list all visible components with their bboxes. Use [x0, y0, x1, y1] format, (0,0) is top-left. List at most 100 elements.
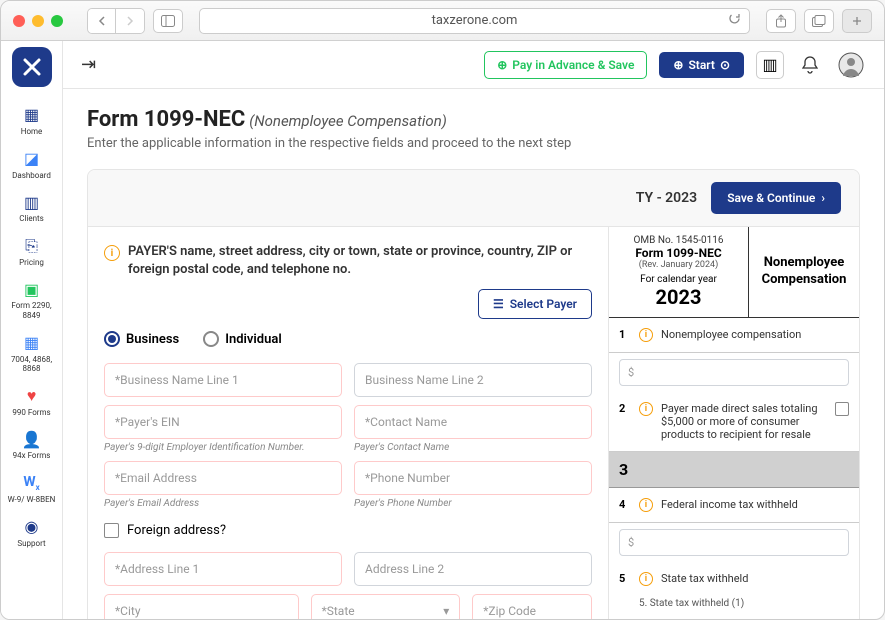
ein-helper: Payer's 9-digit Employer Identification … [104, 442, 342, 453]
browser-titlebar: taxzerone.com [1, 1, 884, 41]
state-select[interactable]: *State▾ [311, 594, 461, 619]
nav-dashboard[interactable]: ◪Dashboard [1, 143, 62, 187]
nav-form2290[interactable]: ▣Form 2290, 8849 [1, 273, 62, 326]
truck-icon: ▣ [22, 279, 42, 299]
box-number: 1 [619, 328, 631, 341]
contact-name-input[interactable]: *Contact Name [354, 405, 592, 439]
omb-number: OMB No. 1545-0116 [615, 235, 742, 246]
address-2-input[interactable]: Address Line 2 [354, 552, 592, 586]
nav-support[interactable]: ◉Support [1, 511, 62, 555]
box4-label: Federal income tax withheld [661, 498, 849, 511]
calendar-year: 2023 [615, 285, 742, 309]
plus-circle-icon: ⊕ [673, 58, 683, 72]
back-button[interactable] [88, 9, 116, 33]
sidebar-toggle-icon[interactable] [153, 9, 183, 33]
save-continue-button[interactable]: Save & Continue› [711, 182, 841, 214]
page-title: Form 1099-NEC [87, 107, 245, 132]
foreign-address-checkbox[interactable]: Foreign address? [104, 523, 592, 538]
box1-input[interactable]: $ [619, 359, 849, 386]
notifications-icon[interactable] [796, 51, 824, 79]
email-input[interactable]: *Email Address [104, 461, 342, 495]
chevron-down-icon: ⊙ [720, 58, 730, 72]
account-avatar[interactable] [836, 50, 866, 80]
info-icon: i [104, 245, 120, 261]
app-sidebar: ▦Home ◪Dashboard ▥Clients ⎘Pricing ▣Form… [1, 41, 63, 619]
box5-label: State tax withheld [661, 572, 849, 585]
box1-label: Nonemployee compensation [661, 328, 849, 341]
dashboard-icon: ◪ [22, 149, 42, 169]
payer-info-pane: i PAYER'S name, street address, city or … [88, 227, 609, 619]
box4-input[interactable]: $ [619, 529, 849, 556]
page-subtitle: (Nonemployee Compensation) [249, 112, 447, 130]
close-window-button[interactable] [13, 15, 25, 27]
email-helper: Payer's Email Address [104, 498, 342, 509]
maximize-window-button[interactable] [51, 15, 63, 27]
box2-label: Payer made direct sales totaling $5,000 … [661, 402, 827, 441]
phone-helper: Payer's Phone Number [354, 498, 592, 509]
calendar-year-text: For calendar year [615, 274, 742, 285]
nav-7004[interactable]: ▦7004, 4868, 8868 [1, 327, 62, 380]
list-icon: ☰ [493, 297, 504, 311]
business-name-2-input[interactable]: Business Name Line 2 [354, 363, 592, 397]
box-number: 5 [619, 572, 631, 585]
city-input[interactable]: *City [104, 594, 299, 619]
checkbox-icon [104, 523, 119, 538]
menu-toggle-icon[interactable]: ⇥ [81, 54, 96, 75]
entity-business-radio[interactable]: Business [104, 331, 179, 347]
box5-sublabel: 5. State tax withheld (1) [609, 596, 859, 617]
app-logo[interactable] [12, 47, 52, 87]
box-number: 4 [619, 498, 631, 511]
person-icon: 👤 [22, 429, 42, 449]
dollar-icon: ⊕ [497, 58, 507, 72]
url-text: taxzerone.com [432, 13, 518, 28]
irs-form-name: Form 1099-NEC [615, 246, 742, 260]
nav-990[interactable]: ♥990 Forms [1, 380, 62, 424]
forward-button[interactable] [116, 9, 144, 33]
business-name-1-input[interactable]: *Business Name Line 1 [104, 363, 342, 397]
page-header: Form 1099-NEC (Nonemployee Compensation)… [87, 107, 860, 151]
document-icon: ⎘ [22, 236, 42, 256]
radio-unchecked-icon [203, 331, 219, 347]
heart-icon: ♥ [22, 386, 42, 406]
grid-icon: ▦ [22, 105, 42, 125]
chevron-right-icon: › [821, 191, 825, 205]
tabs-icon[interactable] [804, 9, 834, 33]
form-card: TY - 2023 Save & Continue› i PAYER'S nam… [87, 169, 860, 619]
revision-text: (Rev. January 2024) [615, 260, 742, 270]
info-icon: i [639, 328, 653, 342]
book-icon: ▥ [22, 192, 42, 212]
page-description: Enter the applicable information in the … [87, 136, 860, 151]
pay-in-advance-button[interactable]: ⊕Pay in Advance & Save [484, 51, 647, 79]
info-icon: i [639, 498, 653, 512]
entity-individual-radio[interactable]: Individual [203, 331, 282, 347]
start-button[interactable]: ⊕Start⊙ [659, 52, 744, 78]
minimize-window-button[interactable] [32, 15, 44, 27]
nav-home[interactable]: ▦Home [1, 99, 62, 143]
box-number: 2 [619, 402, 631, 415]
id-card-icon[interactable]: ▥ [756, 51, 784, 79]
contact-helper: Payer's Contact Name [354, 442, 592, 453]
help-icon: ◉ [22, 517, 42, 537]
new-tab-button[interactable] [842, 9, 872, 33]
address-1-input[interactable]: *Address Line 1 [104, 552, 342, 586]
nav-w9[interactable]: WxW-9/ W-8BEN [1, 467, 62, 511]
refresh-icon[interactable] [728, 12, 741, 29]
zip-input[interactable]: *Zip Code [472, 594, 592, 619]
ein-input[interactable]: *Payer's EIN [104, 405, 342, 439]
top-bar: ⇥ ⊕Pay in Advance & Save ⊕Start⊙ ▥ [63, 41, 884, 89]
irs-form-pane: OMB No. 1545-0116 Form 1099-NEC (Rev. Ja… [609, 227, 859, 619]
box2-checkbox[interactable] [835, 402, 849, 416]
box3-row: 3 [609, 452, 859, 488]
info-icon: i [639, 572, 653, 586]
calendar-icon: ▦ [22, 333, 42, 353]
info-icon: i [639, 402, 653, 416]
share-icon[interactable] [766, 9, 796, 33]
nav-pricing[interactable]: ⎘Pricing [1, 230, 62, 274]
phone-input[interactable]: *Phone Number [354, 461, 592, 495]
url-bar[interactable]: taxzerone.com [199, 8, 750, 34]
select-payer-button[interactable]: ☰Select Payer [478, 289, 592, 319]
nav-94x[interactable]: 👤94x Forms [1, 423, 62, 467]
chevron-down-icon: ▾ [443, 604, 449, 618]
tax-year-label: TY - 2023 [636, 190, 697, 206]
nav-clients[interactable]: ▥Clients [1, 186, 62, 230]
